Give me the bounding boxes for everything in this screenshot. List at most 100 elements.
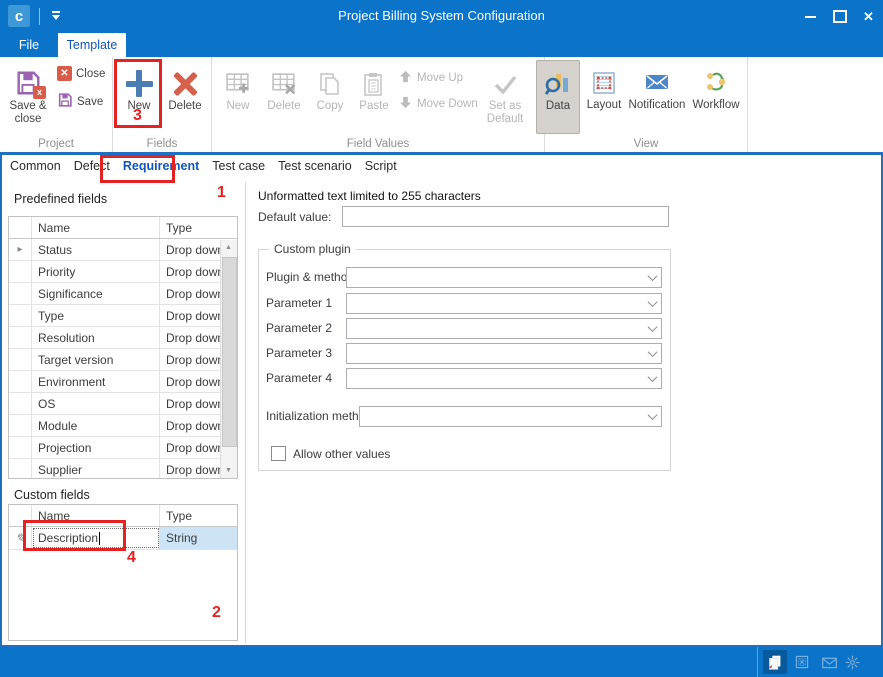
set-as-default-button: Set as Default [478,61,532,126]
table-row-editing[interactable]: ✎ Description String [9,527,237,550]
table-row[interactable]: Resolution Drop down [9,327,237,349]
tab-defect[interactable]: Defect [74,159,110,173]
table-row[interactable]: Target version Drop down [9,349,237,371]
copy-button: Copy [308,61,352,113]
scroll-up-icon[interactable]: ▲ [221,240,236,255]
current-row-arrow-icon: ▸ [9,239,32,260]
minimize-icon [805,16,816,18]
workflow-view-icon[interactable] [840,650,864,674]
chevron-down-icon [644,319,661,338]
save-close-label: Save & close [4,100,52,126]
custom-header-row: Name Type [9,505,237,527]
table-row[interactable]: Supplier Drop down [9,459,237,479]
group-label-fields: Fields [113,138,211,150]
chevron-down-icon [644,369,661,388]
ribbon-group-field-values: New Delete Copy Paste [212,57,545,152]
default-value-label: Default value: [258,210,331,224]
copy-icon [317,61,343,97]
notification-view-icon[interactable] [817,650,841,674]
cell-name: Significance [32,283,160,304]
cell-name: Supplier [32,459,160,479]
data-view-button[interactable]: Data [536,60,580,134]
ribbon-tab-bar: File Template [0,33,883,57]
tab-test-scenario[interactable]: Test scenario [278,159,352,173]
initialization-method-select[interactable] [359,406,662,427]
save-close-icon: x [14,61,42,97]
table-row[interactable]: Module Drop down [9,415,237,437]
close-window-button[interactable]: ✕ [854,0,883,33]
move-up-label: Move Up [417,72,463,84]
table-row[interactable]: Priority Drop down [9,261,237,283]
table-row[interactable]: Significance Drop down [9,283,237,305]
parameter4-select[interactable] [346,368,662,389]
layout-view-button[interactable]: Layout [581,60,627,112]
set-default-label1: Set as [489,100,522,113]
data-view-icon[interactable] [763,650,787,674]
maximize-button[interactable] [825,0,854,33]
statusbar [0,647,883,677]
table-row[interactable]: Type Drop down [9,305,237,327]
vertical-scrollbar[interactable]: ▲ ▼ [220,240,237,478]
delete-x-icon [172,61,199,97]
cell-name: Status [32,239,160,260]
new-field-button[interactable]: New [117,61,161,113]
custom-fields-table: Name Type ✎ Description String [8,504,238,641]
table-x-icon [271,61,298,97]
delete-value-button: Delete [262,61,306,113]
tab-file[interactable]: File [6,33,52,57]
tab-script[interactable]: Script [365,159,397,173]
row-indicator [9,261,32,282]
group-label-view: View [545,138,747,150]
paste-button: Paste [352,61,396,113]
maximize-icon [833,10,847,23]
close-icon: ✕ [863,9,874,25]
table-row[interactable]: Environment Drop down [9,371,237,393]
edit-text: Description [38,531,98,545]
row-indicator [9,415,32,436]
close-button[interactable]: ✕ Close [57,66,105,81]
workflow-view-button[interactable]: Workflow [689,60,743,112]
parameter1-label: Parameter 1 [266,296,332,310]
layout-view-icon[interactable] [790,650,814,674]
cell-name: Target version [32,349,160,370]
parameter2-label: Parameter 2 [266,321,332,335]
window-controls: ✕ [796,0,883,33]
parameter1-select[interactable] [346,293,662,314]
tab-common[interactable]: Common [10,159,61,173]
parameter2-select[interactable] [346,318,662,339]
delete-field-button[interactable]: Delete [163,61,207,113]
predefined-header-row: Name Type [9,217,237,239]
tab-requirement[interactable]: Requirement [123,159,199,173]
tab-test-case[interactable]: Test case [212,159,265,173]
row-indicator [9,459,32,479]
table-row[interactable]: Projection Drop down [9,437,237,459]
ribbon: x Save & close ✕ Close Save Project New [0,57,883,152]
close-x-icon: ✕ [57,66,72,81]
scrollbar-thumb[interactable] [222,257,237,447]
save-button[interactable]: Save [57,92,103,111]
allow-other-values-checkbox[interactable] [271,446,286,461]
save-and-close-button[interactable]: x Save & close [4,61,52,126]
header-indicator-cell [9,217,32,238]
table-row[interactable]: ▸ Status Drop down [9,239,237,261]
plugin-method-select[interactable] [346,267,662,288]
minimize-button[interactable] [796,0,825,33]
app-window: c Project Billing System Configuration ✕… [0,0,883,677]
header-type: Type [160,217,237,238]
notification-view-button[interactable]: Notification [627,60,687,112]
name-edit-cell[interactable]: Description [32,527,160,549]
scroll-down-icon[interactable]: ▼ [221,463,236,478]
ribbon-group-project: x Save & close ✕ Close Save Project [0,57,113,152]
group-label-field-values: Field Values [212,138,544,150]
ribbon-group-fields: New Delete Fields [113,57,212,152]
parameter4-label: Parameter 4 [266,371,332,385]
layout-label: Layout [587,99,622,112]
default-value-input[interactable] [342,206,669,227]
chevron-down-icon [644,407,661,426]
paste-label: Paste [359,100,388,113]
paste-icon [361,61,387,97]
move-down-label: Move Down [417,98,478,110]
tab-template[interactable]: Template [58,33,126,57]
table-row[interactable]: OS Drop down [9,393,237,415]
parameter3-select[interactable] [346,343,662,364]
